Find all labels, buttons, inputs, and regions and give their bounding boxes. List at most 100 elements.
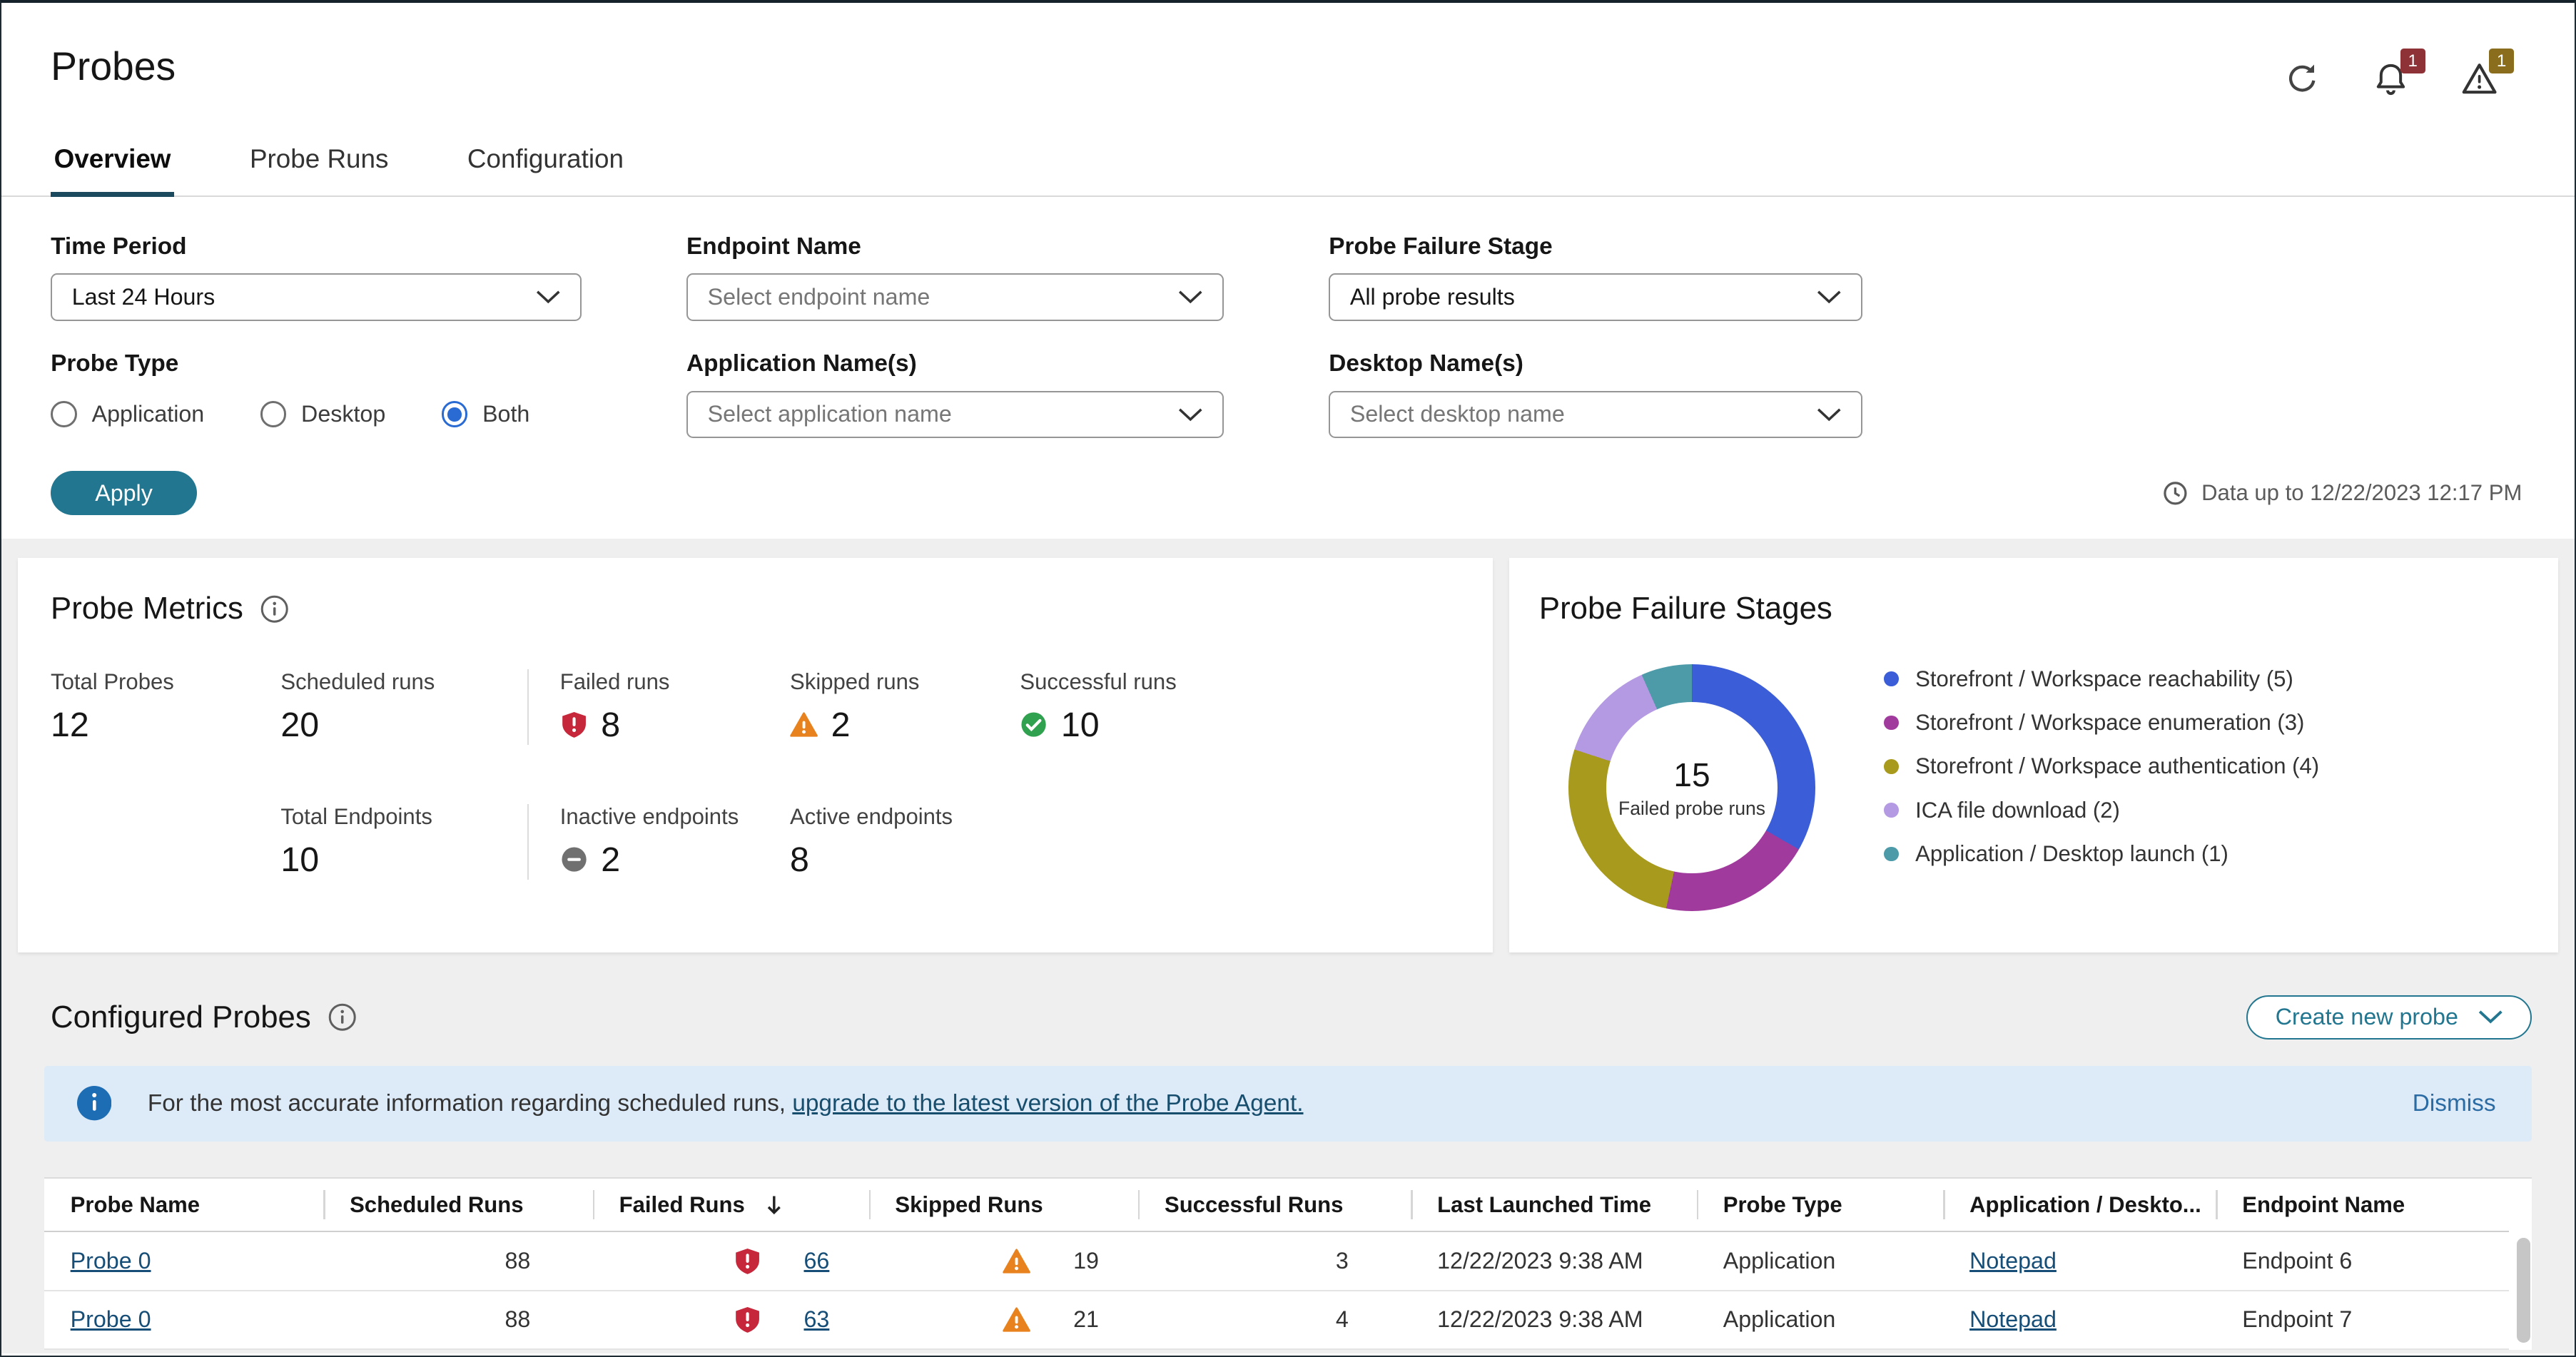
cell-scheduled-runs: 88 (323, 1231, 593, 1291)
cell-skipped-runs: 21 (868, 1290, 1139, 1351)
metric-value: 8 (560, 705, 790, 745)
legend-dot (1884, 758, 1900, 774)
page-header: Probes 1 1 (1, 3, 2575, 98)
probe-failure-stage-select[interactable]: All probe results (1329, 273, 1863, 321)
cell-probe-type: Application (1696, 1290, 1944, 1351)
tab-bar: Overview Probe Runs Configuration (1, 131, 2575, 198)
metrics-row-1: Total Probes 12 Scheduled runs 20 Failed run… (18, 669, 1493, 746)
col-header-last-launched-time[interactable]: Last Launched Time (1411, 1179, 1697, 1233)
col-header-endpoint-name[interactable]: Endpoint Name (2216, 1179, 2509, 1233)
tab-probe-runs[interactable]: Probe Runs (246, 131, 392, 195)
table-row: Probe 0 88 63 21 4 12/22/2023 9:38 AM Applicat… (44, 1290, 2509, 1351)
radio-both[interactable]: Both (441, 401, 529, 428)
upgrade-link[interactable]: upgrade to the latest version of the Pro… (792, 1090, 1303, 1117)
info-icon[interactable] (260, 594, 289, 624)
radio-icon (441, 401, 468, 428)
tab-overview[interactable]: Overview (51, 131, 175, 198)
col-header-skipped-runs[interactable]: Skipped Runs (868, 1179, 1139, 1233)
metric-skipped-runs: Skipped runs 2 (790, 669, 1020, 745)
configured-probes-title: Configured Probes (51, 999, 311, 1035)
legend-item-application-desktop-launch-1: Application / Desktop launch (1) (1884, 841, 2319, 867)
metric-value: 2 (560, 840, 790, 880)
probe-failure-stage-label: Probe Failure Stage (1329, 233, 1553, 260)
metrics-divider (527, 803, 529, 880)
col-header-probe-type[interactable]: Probe Type (1696, 1179, 1944, 1233)
warnings-count-badge: 1 (2489, 49, 2514, 73)
apply-button[interactable]: Apply (51, 471, 197, 516)
metric-label: Skipped runs (790, 669, 920, 695)
legend-dot (1884, 846, 1900, 862)
warning-icon (1003, 1307, 1030, 1333)
refresh-icon (2288, 64, 2315, 92)
warnings-button[interactable]: 1 (2460, 49, 2514, 98)
failure-stages-donut: 15 Failed probe runs (1568, 664, 1815, 911)
cell-probe-name: Probe 0 (44, 1290, 324, 1351)
application-link[interactable]: Notepad (1969, 1248, 2057, 1274)
probes-page: Probes 1 1 Overview Probe Runs Configura… (0, 0, 2576, 1357)
metric-label: Scheduled runs (280, 669, 435, 695)
application-names-label: Application Name(s) (686, 350, 917, 377)
col-header-successful-runs[interactable]: Successful Runs (1138, 1179, 1411, 1233)
metric-failed-runs: Failed runs 8 (560, 669, 790, 745)
application-names-select[interactable]: Select application name (686, 390, 1224, 439)
endpoint-name-placeholder: Select endpoint name (707, 283, 930, 310)
failed-runs-link[interactable]: 63 (804, 1306, 830, 1333)
desktop-names-select[interactable]: Select desktop name (1329, 390, 1863, 439)
metric-total-endpoints: Total Endpoints 10 (280, 804, 527, 880)
table-scrollbar-thumb[interactable] (2517, 1238, 2530, 1343)
info-icon[interactable] (328, 1002, 357, 1032)
col-header-application-desktop[interactable]: Application / Deskto... (1943, 1179, 2216, 1233)
refresh-button[interactable] (2282, 59, 2321, 98)
probe-name-link[interactable]: Probe 0 (71, 1306, 151, 1332)
legend-label: Storefront / Workspace authentication (4… (1915, 753, 2320, 779)
col-header-probe-name[interactable]: Probe Name (44, 1179, 324, 1233)
time-period-select[interactable]: Last 24 Hours (51, 273, 582, 321)
cell-probe-type: Application (1696, 1231, 1944, 1291)
col-header-scheduled-runs[interactable]: Scheduled Runs (323, 1179, 593, 1233)
probes-table: Probe Name Scheduled Runs Failed Runs Skipp… (44, 1179, 2509, 1351)
cell-scheduled-runs: 88 (323, 1290, 593, 1351)
legend-dot (1884, 803, 1900, 818)
info-filled-icon (76, 1086, 112, 1121)
create-new-probe-button[interactable]: Create new probe (2246, 995, 2532, 1040)
probe-name-link[interactable]: Probe 0 (71, 1248, 151, 1274)
probe-type-radiogroup: Application Desktop Both (51, 391, 582, 439)
radio-label: Desktop (301, 401, 386, 427)
radio-application[interactable]: Application (51, 401, 204, 428)
application-link[interactable]: Notepad (1969, 1306, 2057, 1332)
filter-probe-type: Probe Type Application Desktop Both (51, 321, 582, 439)
table-row: Probe 0 88 66 19 3 12/22/2023 9:38 AM Applicat… (44, 1231, 2509, 1291)
cards-row: Probe Metrics Total Probes 12 Scheduled ru… (18, 558, 2558, 952)
application-names-placeholder: Select application name (707, 401, 952, 427)
metric-total-probes: Total Probes 12 (51, 669, 280, 745)
metric-value: 10 (1020, 705, 1460, 745)
configured-probes-title-row: Configured Probes (51, 1000, 357, 1035)
metrics-divider (527, 669, 529, 746)
sort-desc-icon[interactable] (764, 1194, 784, 1216)
legend-item-storefront-workspace-enumeration-3: Storefront / Workspace enumeration (3) (1884, 710, 2319, 736)
data-freshness-text: Data up to 12/22/2023 12:17 PM (2201, 480, 2522, 506)
dismiss-link[interactable]: Dismiss (2413, 1090, 2499, 1117)
alerts-button[interactable]: 1 (2371, 49, 2425, 98)
chevron-down-icon (536, 290, 560, 304)
filter-desktop-names: Desktop Name(s) Select desktop name (1329, 321, 1863, 439)
radio-desktop[interactable]: Desktop (260, 401, 386, 428)
desktop-names-placeholder: Select desktop name (1349, 401, 1565, 427)
cell-skipped-runs: 19 (868, 1231, 1139, 1291)
col-header-failed-runs[interactable]: Failed Runs (592, 1179, 869, 1233)
configured-probes-header: Configured Probes Create new probe (44, 995, 2532, 1040)
cell-successful-runs: 4 (1138, 1290, 1411, 1351)
legend-label: Application / Desktop launch (1) (1915, 840, 2228, 866)
legend-dot (1884, 671, 1900, 686)
cell-application-desktop: Notepad (1943, 1290, 2216, 1351)
metric-spacer (51, 804, 280, 880)
create-new-probe-label: Create new probe (2275, 1004, 2458, 1030)
data-freshness: Data up to 12/22/2023 12:17 PM (2162, 480, 2522, 507)
metric-label: Successful runs (1020, 669, 1177, 695)
chevron-down-icon (1178, 290, 1202, 304)
tab-configuration[interactable]: Configuration (464, 131, 627, 195)
table-scrollbar[interactable] (2517, 1238, 2530, 1343)
endpoint-name-select[interactable]: Select endpoint name (686, 273, 1224, 321)
banner-text: For the most accurate information regard… (148, 1090, 1304, 1117)
failed-runs-link[interactable]: 66 (804, 1248, 830, 1274)
